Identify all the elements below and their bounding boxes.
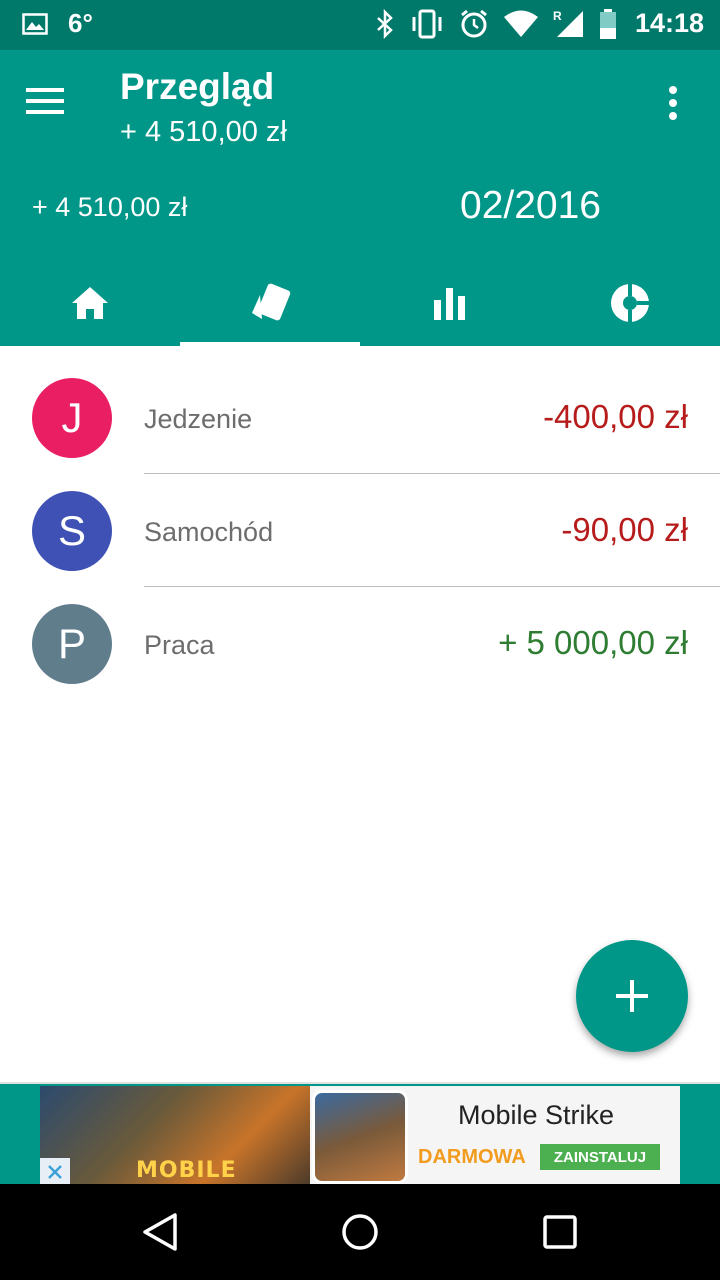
category-list: J Jedzenie -400,00 zł S Samochód -90,00 … bbox=[0, 346, 720, 685]
bluetooth-icon bbox=[375, 8, 395, 39]
avatar: P bbox=[32, 604, 112, 684]
balance-subtitle: + 4 510,00 zł bbox=[120, 116, 287, 148]
category-name: Praca bbox=[144, 630, 215, 660]
category-amount: -90,00 zł bbox=[561, 511, 688, 548]
ad-title: Mobile Strike bbox=[458, 1100, 615, 1130]
ad-install-button[interactable]: ZAINSTALUJ bbox=[540, 1144, 660, 1170]
ad-game-artwork[interactable]: MOBILE bbox=[40, 1086, 310, 1186]
avatar: S bbox=[32, 491, 112, 571]
ad-close-button[interactable] bbox=[40, 1158, 70, 1186]
app-screen: 6° R 14:18 Przegląd + 4 510,00 zł + 4 51… bbox=[0, 0, 720, 1280]
ad-app-icon bbox=[312, 1090, 408, 1184]
plus-icon bbox=[616, 980, 648, 1012]
tab-chart[interactable] bbox=[540, 260, 720, 346]
battery-icon bbox=[599, 8, 617, 39]
pie-chart-icon bbox=[611, 284, 649, 322]
home-icon bbox=[72, 287, 108, 319]
clock: 14:18 bbox=[634, 8, 704, 38]
back-icon bbox=[143, 1213, 177, 1251]
app-bar: Przegląd + 4 510,00 zł + 4 510,00 zł 02/… bbox=[0, 50, 720, 346]
category-name: Samochód bbox=[144, 517, 274, 547]
tab-statistics[interactable] bbox=[360, 260, 540, 346]
period-selector[interactable]: 02/2016 bbox=[460, 184, 601, 228]
home-circle-icon bbox=[342, 1214, 378, 1250]
alarm-icon bbox=[459, 9, 489, 39]
cards-icon bbox=[252, 283, 291, 321]
signal-icon: R bbox=[553, 9, 585, 39]
tab-bar bbox=[0, 260, 720, 346]
more-vert-icon bbox=[669, 86, 677, 120]
page-title: Przegląd bbox=[120, 66, 275, 107]
list-item[interactable]: S Samochód -90,00 zł bbox=[0, 459, 720, 587]
add-button[interactable] bbox=[576, 940, 688, 1052]
ad-banner-logo: MOBILE bbox=[136, 1158, 237, 1183]
ad-container: MOBILE Mobile Strike DARMOWA ZAINSTALUJ bbox=[0, 1082, 720, 1186]
hamburger-menu-icon bbox=[26, 88, 64, 114]
close-icon bbox=[48, 1165, 62, 1179]
recents-icon bbox=[543, 1215, 577, 1249]
svg-text:R: R bbox=[553, 9, 562, 23]
category-amount: -400,00 zł bbox=[543, 398, 688, 435]
recents-button[interactable] bbox=[538, 1210, 582, 1254]
image-icon bbox=[22, 12, 48, 35]
wifi-icon bbox=[503, 10, 539, 38]
navigation-bar bbox=[0, 1184, 720, 1280]
home-button[interactable] bbox=[338, 1210, 382, 1254]
overflow-menu-button[interactable] bbox=[668, 86, 692, 126]
bar-chart-icon bbox=[434, 288, 465, 320]
avatar: J bbox=[32, 378, 112, 458]
ad-banner[interactable]: MOBILE Mobile Strike DARMOWA ZAINSTALUJ bbox=[40, 1086, 680, 1186]
list-item[interactable]: J Jedzenie -400,00 zł bbox=[0, 346, 720, 474]
list-item[interactable]: P Praca + 5 000,00 zł bbox=[0, 572, 720, 685]
summary-amount: + 4 510,00 zł bbox=[32, 192, 188, 222]
ad-free-label: DARMOWA bbox=[418, 1146, 526, 1168]
tab-home[interactable] bbox=[0, 260, 180, 346]
category-name: Jedzenie bbox=[144, 404, 253, 434]
status-bar: 6° R 14:18 bbox=[0, 0, 720, 50]
temperature: 6° bbox=[68, 8, 93, 38]
vibrate-icon bbox=[409, 9, 445, 39]
menu-button[interactable] bbox=[26, 86, 86, 126]
tab-categories[interactable] bbox=[180, 260, 360, 346]
category-amount: + 5 000,00 zł bbox=[498, 624, 688, 661]
back-button[interactable] bbox=[138, 1210, 182, 1254]
